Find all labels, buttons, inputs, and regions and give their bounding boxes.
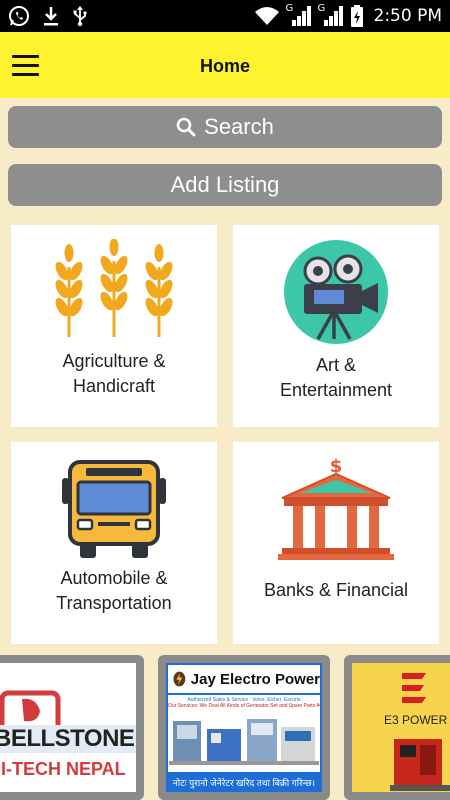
banner-content: Jay Electro Power Authorized Sales & Ser… [166,663,322,792]
movie-camera-icon [284,240,388,344]
add-listing-label: Add Listing [170,172,280,197]
add-listing-button[interactable]: Add Listing [8,164,442,206]
category-label-line1: Banks & Financial [263,580,409,600]
banner-subtitle: Authorized Sales & Service : Volvo, Eich… [187,697,301,703]
ad-banner-jay-electro[interactable]: Jay Electro Power Authorized Sales & Ser… [158,655,330,800]
category-label-line1: Agriculture & [62,351,166,371]
search-button-label: Search [204,114,274,139]
e3-logo-icon [402,673,426,703]
download-icon [44,7,58,26]
category-card-banks[interactable]: $ Banks & Financial [233,442,439,644]
whatsapp-icon [9,6,29,26]
notification-icons [8,4,88,28]
banner-title: Jay Electro Power [190,670,320,688]
banner-title: E3 POWER PVT [384,713,450,727]
category-card-art[interactable]: Art & Entertainment [233,225,439,427]
system-icons: G G 2:50 PM [254,3,443,28]
clock: 2:50 PM [373,6,443,26]
category-label: Automobile & Transportation [11,566,217,616]
signal-icon [323,6,343,26]
wheat-icon [55,239,173,337]
jay-electro-logo-icon [173,671,186,687]
banner-body: Authorized Sales & Service : Volvo, Eich… [168,695,320,772]
category-label-line2: Transportation [56,593,172,613]
category-label: Agriculture & Handicraft [11,349,217,399]
wifi-icon [254,7,279,25]
bank-icon: $ [278,456,394,560]
category-card-automobile[interactable]: Automobile & Transportation [11,442,217,644]
search-icon [176,117,196,137]
category-label-line2: Handicraft [72,376,156,396]
category-label-line2: Entertainment [279,380,393,400]
app-bar: Home [0,32,450,98]
status-bar: G G 2:50 PM [0,0,450,32]
banner-detail: Our Services: We Deal All Kinds of Gener… [168,703,320,709]
ad-banner-bellstone[interactable]: BELLSTONE HI-TECH NEPAL [0,655,144,800]
banner-line2: HI-TECH NEPAL [0,759,126,779]
bus-icon [62,460,166,558]
page-title: Home [199,56,250,76]
category-card-agriculture[interactable]: Agriculture & Handicraft [11,225,217,427]
signal-icon [291,6,311,26]
category-label: Art & Entertainment [233,353,439,403]
banner-footer: नोटः पुरानो जेनेरेटर खरिद तथा बिक्री गरि… [172,778,316,788]
category-label-line1: Art & [315,355,356,375]
search-button[interactable]: Search [8,106,442,148]
banner-content: BELLSTONE HI-TECH NEPAL [0,663,136,792]
generator-image-icon [169,719,319,765]
battery-icon [350,5,363,27]
banner-content: E3 POWER PVT [352,663,450,792]
ad-banner-carousel[interactable]: BELLSTONE HI-TECH NEPAL Jay Electro Powe… [0,655,450,800]
signal-2: G [318,3,344,27]
usb-icon [73,6,87,27]
banner-line1: BELLSTONE [0,725,136,753]
category-label: Banks & Financial [233,578,439,603]
signal-1: G [286,3,312,27]
ad-banner-e3-power[interactable]: E3 POWER PVT [344,655,450,800]
category-label-line1: Automobile & [60,568,168,588]
generator-image-icon [390,739,450,791]
banner-title-bar: Jay Electro Power [168,665,320,693]
